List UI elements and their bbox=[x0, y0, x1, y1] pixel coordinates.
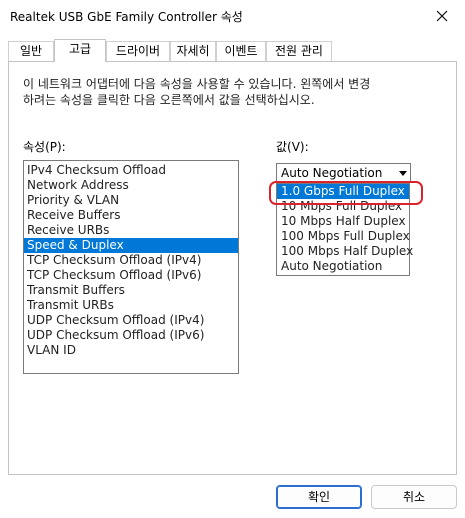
tab-general[interactable]: 일반 bbox=[8, 41, 54, 61]
property-item-transmit-buffers[interactable]: Transmit Buffers bbox=[24, 283, 238, 298]
option-auto-negotiation[interactable]: Auto Negotiation bbox=[277, 259, 409, 274]
property-item-udp-checksum-ipv4[interactable]: UDP Checksum Offload (IPv4) bbox=[24, 313, 238, 328]
description: 이 네트워크 어댑터에 다음 속성을 사용할 수 있습니다. 왼쪽에서 변경 하… bbox=[23, 76, 443, 108]
property-item-vlan-id[interactable]: VLAN ID bbox=[24, 343, 238, 358]
tab-details[interactable]: 자세히 bbox=[170, 41, 216, 61]
value-dropdown[interactable]: Auto Negotiation bbox=[276, 163, 411, 183]
close-icon bbox=[436, 10, 448, 22]
description-line-1: 이 네트워크 어댑터에 다음 속성을 사용할 수 있습니다. 왼쪽에서 변경 bbox=[23, 77, 371, 91]
property-item-udp-checksum-ipv6[interactable]: UDP Checksum Offload (IPv6) bbox=[24, 328, 238, 343]
option-10mbps-half-duplex[interactable]: 10 Mbps Half Duplex bbox=[277, 214, 409, 229]
property-listbox[interactable]: IPv4 Checksum Offload Network Address Pr… bbox=[23, 160, 239, 374]
property-item-receive-buffers[interactable]: Receive Buffers bbox=[24, 208, 238, 223]
property-item-speed-duplex[interactable]: Speed & Duplex bbox=[24, 238, 238, 253]
tab-driver[interactable]: 드라이버 bbox=[106, 41, 170, 61]
property-item-priority-vlan[interactable]: Priority & VLAN bbox=[24, 193, 238, 208]
option-100mbps-half-duplex[interactable]: 100 Mbps Half Duplex bbox=[277, 244, 413, 259]
option-100mbps-full-duplex[interactable]: 100 Mbps Full Duplex bbox=[277, 229, 410, 244]
property-item-receive-urbs[interactable]: Receive URBs bbox=[24, 223, 238, 238]
property-item-tcp-checksum-ipv6[interactable]: TCP Checksum Offload (IPv6) bbox=[24, 268, 238, 283]
dropdown-selected-value: Auto Negotiation bbox=[281, 166, 383, 180]
option-10mbps-full-duplex[interactable]: 10 Mbps Full Duplex bbox=[277, 199, 409, 214]
cancel-button[interactable]: 취소 bbox=[371, 485, 457, 509]
description-line-2: 하려는 속성을 클릭한 다음 오른쪽에서 값을 선택하십시오. bbox=[23, 93, 315, 107]
close-button[interactable] bbox=[419, 0, 465, 32]
tab-power-management[interactable]: 전원 관리 bbox=[266, 41, 332, 61]
property-item-tcp-checksum-ipv4[interactable]: TCP Checksum Offload (IPv4) bbox=[24, 253, 238, 268]
title-bar: Realtek USB GbE Family Controller 속성 bbox=[0, 0, 465, 32]
chevron-down-icon bbox=[399, 171, 407, 176]
value-dropdown-list: 1.0 Gbps Full Duplex 10 Mbps Full Duplex… bbox=[276, 183, 413, 276]
property-label: 속성(P): bbox=[23, 140, 66, 154]
window-title: Realtek USB GbE Family Controller 속성 bbox=[10, 10, 243, 24]
tab-advanced[interactable]: 고급 bbox=[54, 39, 106, 62]
value-label: 값(V): bbox=[276, 140, 309, 154]
tab-events[interactable]: 이벤트 bbox=[216, 41, 266, 61]
option-1gbps-full-duplex[interactable]: 1.0 Gbps Full Duplex bbox=[277, 184, 409, 199]
property-item-ipv4-checksum-offload[interactable]: IPv4 Checksum Offload bbox=[24, 163, 238, 178]
property-item-transmit-urbs[interactable]: Transmit URBs bbox=[24, 298, 238, 313]
ok-button[interactable]: 확인 bbox=[276, 485, 362, 509]
property-item-network-address[interactable]: Network Address bbox=[24, 178, 238, 193]
